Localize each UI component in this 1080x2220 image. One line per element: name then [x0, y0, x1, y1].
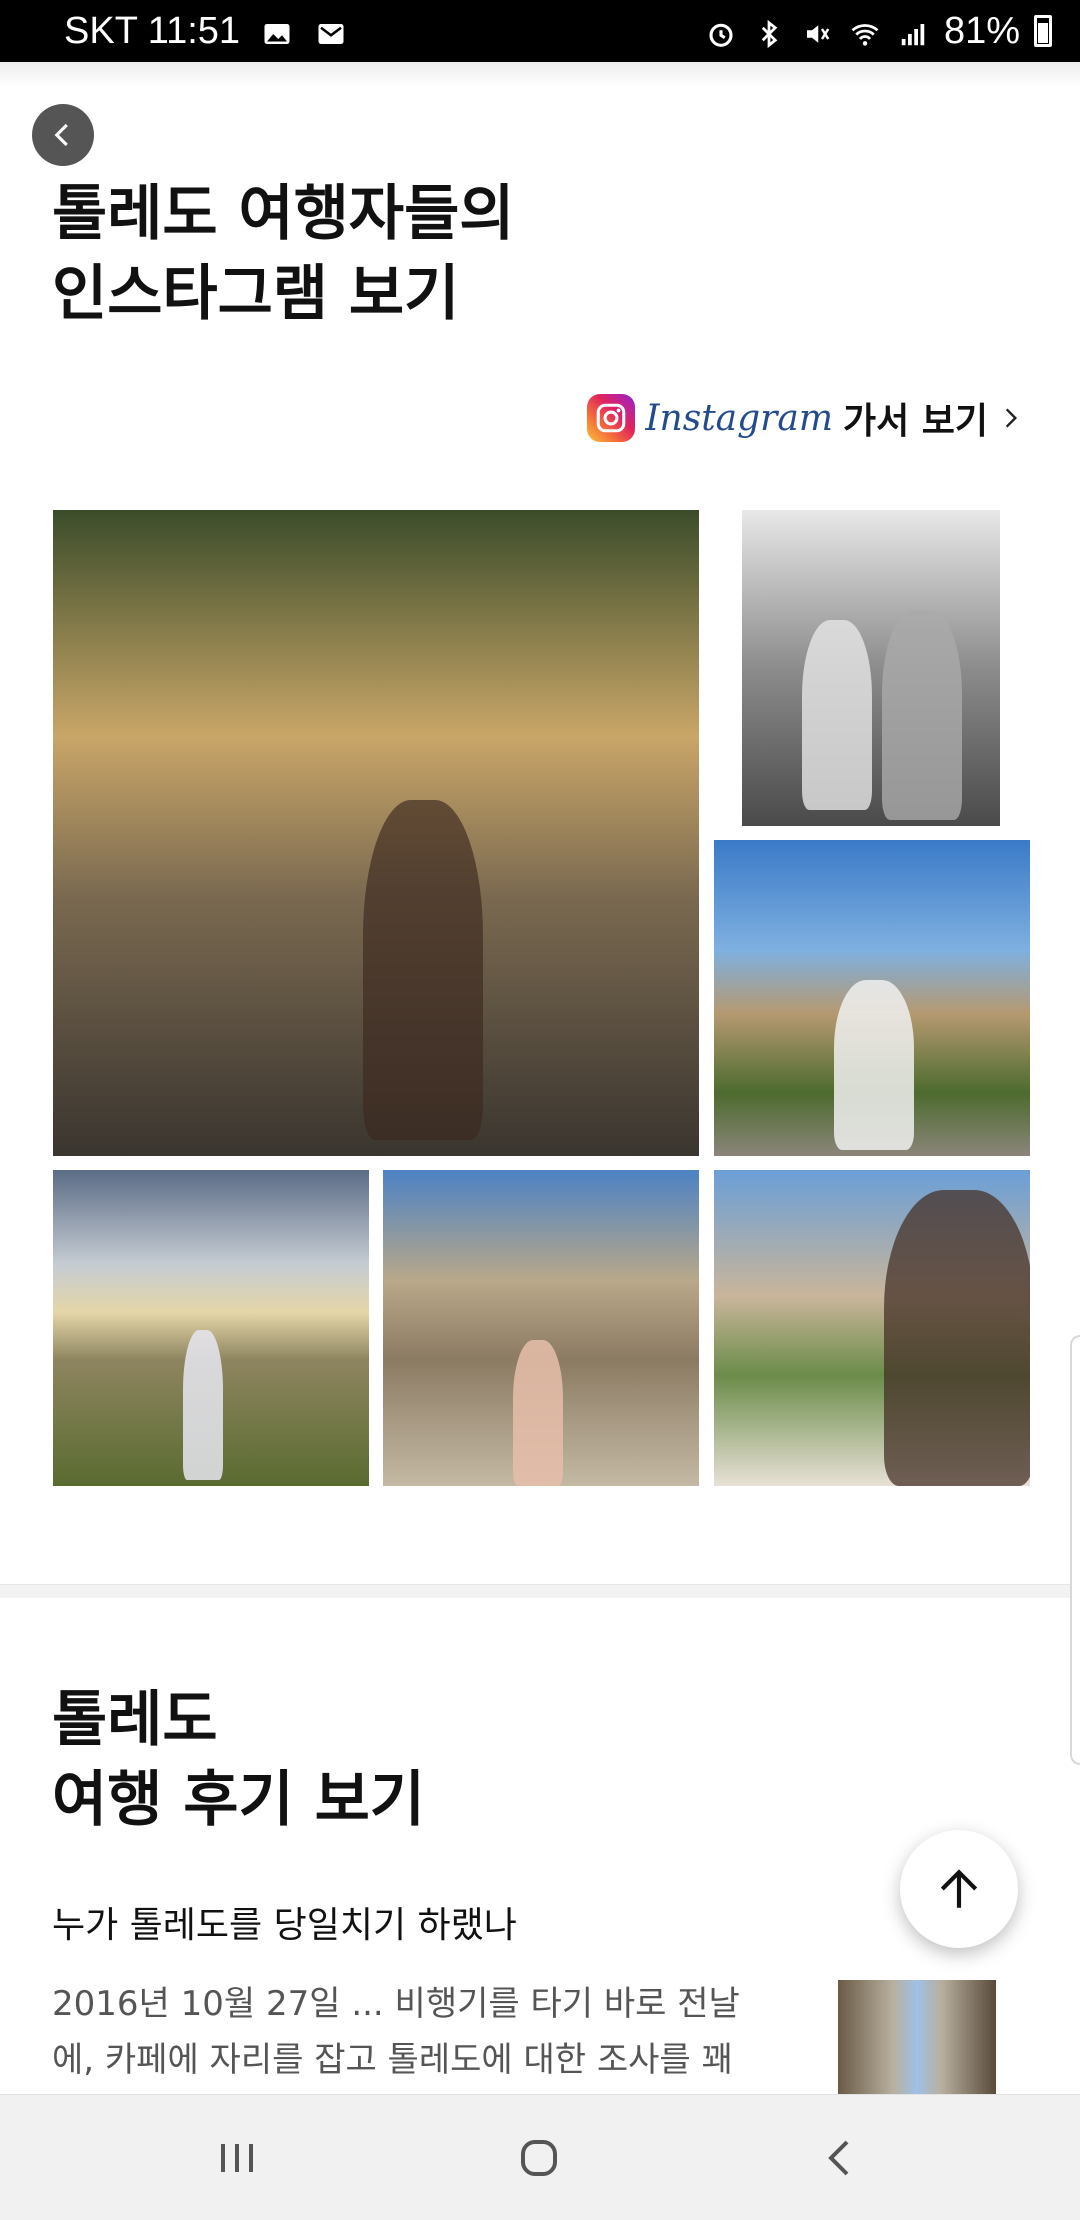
- review-title-line1: 톨레도: [52, 1685, 218, 1755]
- mute-icon: [800, 16, 834, 46]
- side-panel-handle[interactable]: [1070, 1335, 1080, 1765]
- instagram-icon: [587, 394, 636, 442]
- instagram-photo-cathedral[interactable]: [53, 510, 699, 1156]
- nav-back-button[interactable]: [806, 2125, 876, 2191]
- chevron-left-icon: [54, 123, 68, 147]
- home-button[interactable]: [504, 2125, 574, 2191]
- carrier-time: SKT 11:51: [64, 9, 241, 52]
- arrow-up-icon: [940, 1869, 978, 1908]
- battery-icon: [1034, 15, 1052, 47]
- instagram-photo-cityview[interactable]: [714, 840, 1030, 1156]
- review-section-title: 톨레도 여행 후기 보기: [52, 1680, 752, 1840]
- back-button[interactable]: [32, 104, 94, 166]
- instagram-photo-palace[interactable]: [383, 1170, 699, 1486]
- wifi-icon: [848, 16, 882, 46]
- status-bar: SKT 11:51 81%: [0, 0, 1080, 62]
- instagram-photo-couple[interactable]: [742, 510, 1000, 826]
- chevron-right-icon: [1005, 408, 1018, 428]
- instagram-section-title: 톨레도 여행자들의 인스타그램 보기: [52, 174, 752, 334]
- recent-apps-button[interactable]: [202, 2125, 272, 2191]
- instagram-photo-cloudy[interactable]: [53, 1170, 369, 1486]
- instagram-wordmark: Instagram: [645, 397, 833, 439]
- review-post-excerpt[interactable]: 2016년 10월 27일 ... 비행기를 타기 바로 전날에, 카페에 자리…: [52, 1976, 762, 2094]
- instagram-title-line1: 톨레도 여행자들의: [52, 179, 515, 249]
- section-divider: [0, 1584, 1080, 1598]
- instagram-link[interactable]: Instagram 가서 보기: [587, 390, 1024, 446]
- bluetooth-icon: [752, 16, 786, 49]
- gallery-icon: [260, 16, 294, 46]
- home-icon: [521, 2140, 557, 2176]
- battery-percent: 81%: [943, 9, 1020, 52]
- system-nav-bar: [0, 2094, 1080, 2220]
- review-post-title[interactable]: 누가 톨레도를 당일치기 하랬나: [52, 1896, 517, 1948]
- instagram-title-line2: 인스타그램 보기: [52, 259, 460, 329]
- header-shadow: [0, 62, 1080, 86]
- instagram-photo-smiling[interactable]: [714, 1170, 1030, 1486]
- recent-apps-icon: [221, 2144, 253, 2172]
- review-title-line2: 여행 후기 보기: [52, 1765, 425, 1835]
- mail-icon: [314, 16, 348, 46]
- instagram-link-label: 가서 보기: [842, 401, 988, 442]
- alarm-icon: [704, 16, 738, 47]
- back-icon: [828, 2140, 849, 2176]
- scroll-to-top-button[interactable]: [900, 1830, 1018, 1948]
- review-post-thumbnail[interactable]: [838, 1980, 996, 2094]
- signal-icon: [896, 16, 930, 46]
